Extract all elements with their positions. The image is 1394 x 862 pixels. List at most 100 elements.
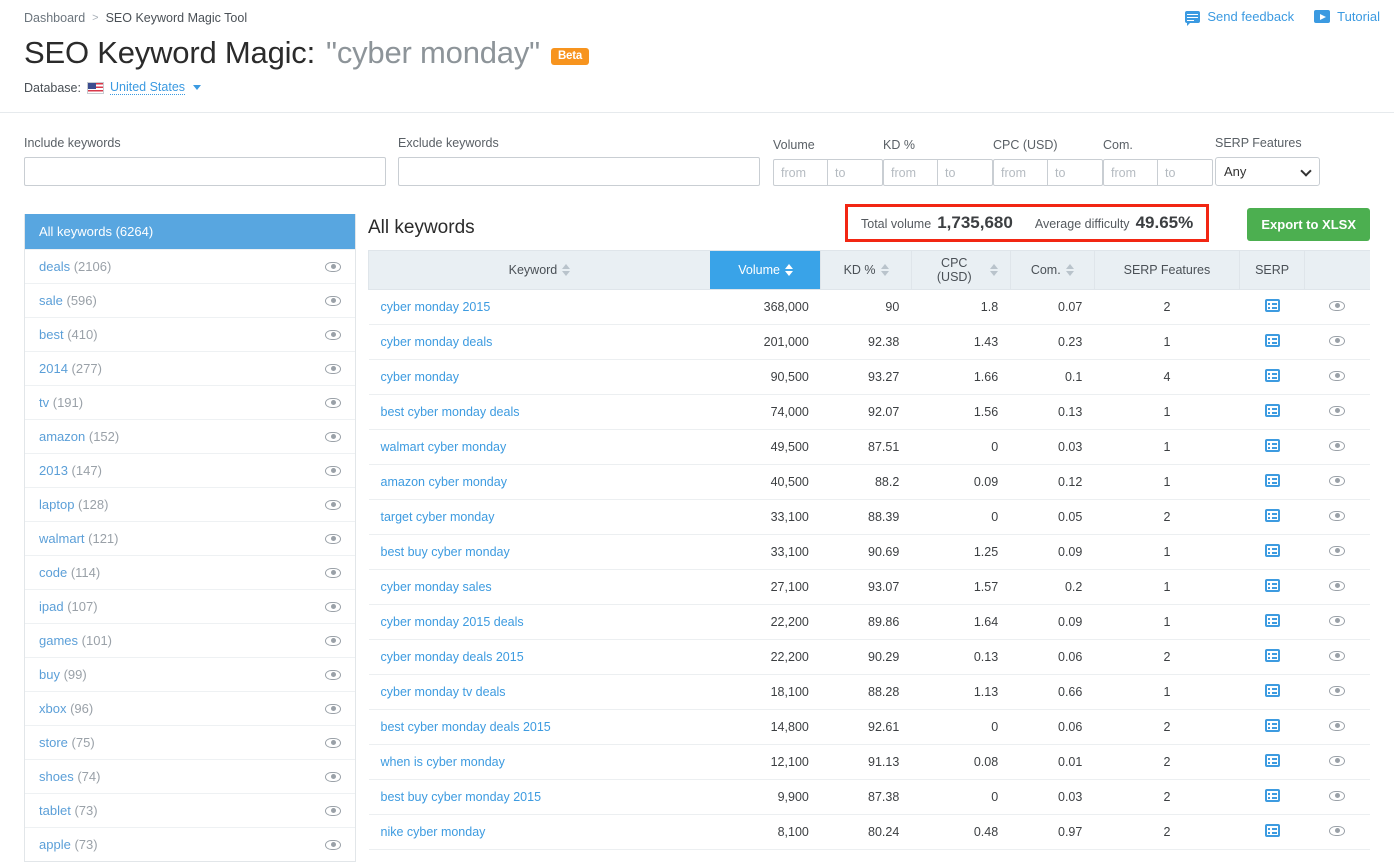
keyword-link[interactable]: cyber monday 2015 [381, 300, 491, 314]
send-feedback-link[interactable]: Send feedback [1185, 9, 1294, 24]
cell-preview[interactable] [1305, 605, 1370, 640]
list-icon[interactable] [1265, 404, 1280, 417]
keyword-link[interactable]: cyber monday [381, 370, 460, 384]
cell-serp-features[interactable]: 1 [1094, 395, 1239, 430]
cell-serp-features[interactable]: 2 [1094, 710, 1239, 745]
cell-serp-features[interactable]: 1 [1094, 605, 1239, 640]
eye-icon[interactable] [325, 534, 341, 544]
column-header-volume[interactable]: Volume [710, 251, 820, 290]
sidebar-item-best[interactable]: best (410) [25, 317, 355, 351]
eye-icon[interactable] [325, 330, 341, 340]
cell-preview[interactable] [1305, 465, 1370, 500]
eye-icon[interactable] [1329, 406, 1345, 416]
cell-serp-features[interactable]: 1 [1094, 325, 1239, 360]
eye-icon[interactable] [325, 806, 341, 816]
sidebar-item-tv[interactable]: tv (191) [25, 385, 355, 419]
eye-icon[interactable] [325, 466, 341, 476]
sort-arrows-icon[interactable] [562, 264, 570, 276]
cell-preview[interactable] [1305, 500, 1370, 535]
kd-from-input[interactable] [883, 159, 938, 186]
cell-preview[interactable] [1305, 535, 1370, 570]
eye-icon[interactable] [1329, 371, 1345, 381]
cpc-from-input[interactable] [993, 159, 1048, 186]
keyword-link[interactable]: amazon cyber monday [381, 475, 507, 489]
list-icon[interactable] [1265, 509, 1280, 522]
list-icon[interactable] [1265, 789, 1280, 802]
tutorial-link[interactable]: Tutorial [1314, 9, 1380, 24]
sidebar-item-ipad[interactable]: ipad (107) [25, 589, 355, 623]
eye-icon[interactable] [325, 296, 341, 306]
eye-icon[interactable] [325, 840, 341, 850]
list-icon[interactable] [1265, 649, 1280, 662]
kd-to-input[interactable] [938, 159, 993, 186]
eye-icon[interactable] [325, 500, 341, 510]
keyword-link[interactable]: cyber monday 2015 deals [381, 615, 524, 629]
sort-arrows-icon[interactable] [881, 264, 889, 276]
eye-icon[interactable] [325, 636, 341, 646]
sidebar-item-laptop[interactable]: laptop (128) [25, 487, 355, 521]
sidebar-item-xbox[interactable]: xbox (96) [25, 691, 355, 725]
eye-icon[interactable] [325, 704, 341, 714]
keyword-link[interactable]: when is cyber monday [381, 755, 505, 769]
column-header-kd-[interactable]: KD % [821, 251, 911, 290]
export-to-xlsx-button[interactable]: Export to XLSX [1247, 208, 1370, 241]
sidebar-item-2013[interactable]: 2013 (147) [25, 453, 355, 487]
eye-icon[interactable] [1329, 511, 1345, 521]
cell-serp[interactable] [1240, 640, 1305, 675]
cell-preview[interactable] [1305, 395, 1370, 430]
eye-icon[interactable] [1329, 441, 1345, 451]
sidebar-item-code[interactable]: code (114) [25, 555, 355, 589]
list-icon[interactable] [1265, 299, 1280, 312]
list-icon[interactable] [1265, 684, 1280, 697]
eye-icon[interactable] [325, 262, 341, 272]
sidebar-item-amazon[interactable]: amazon (152) [25, 419, 355, 453]
include-keywords-input[interactable] [24, 157, 386, 186]
cell-serp[interactable] [1240, 605, 1305, 640]
cell-serp-features[interactable]: 2 [1094, 290, 1239, 325]
eye-icon[interactable] [1329, 791, 1345, 801]
cell-serp-features[interactable]: 1 [1094, 465, 1239, 500]
eye-icon[interactable] [1329, 756, 1345, 766]
cell-preview[interactable] [1305, 570, 1370, 605]
cell-preview[interactable] [1305, 815, 1370, 850]
cell-serp-features[interactable]: 4 [1094, 360, 1239, 395]
list-icon[interactable] [1265, 334, 1280, 347]
cell-serp[interactable] [1240, 465, 1305, 500]
column-header-keyword[interactable]: Keyword [369, 251, 711, 290]
serp-features-select[interactable]: Any [1215, 157, 1320, 186]
sidebar-item-walmart[interactable]: walmart (121) [25, 521, 355, 555]
keyword-link[interactable]: best buy cyber monday [381, 545, 510, 559]
keyword-link[interactable]: cyber monday deals 2015 [381, 650, 524, 664]
list-icon[interactable] [1265, 614, 1280, 627]
cell-preview[interactable] [1305, 675, 1370, 710]
cell-serp[interactable] [1240, 710, 1305, 745]
cell-preview[interactable] [1305, 360, 1370, 395]
list-icon[interactable] [1265, 439, 1280, 452]
cell-serp[interactable] [1240, 570, 1305, 605]
keyword-link[interactable]: walmart cyber monday [381, 440, 507, 454]
cell-preview[interactable] [1305, 745, 1370, 780]
cell-serp-features[interactable]: 1 [1094, 430, 1239, 465]
cell-serp[interactable] [1240, 780, 1305, 815]
list-icon[interactable] [1265, 544, 1280, 557]
keyword-link[interactable]: best cyber monday deals 2015 [381, 720, 551, 734]
cell-serp[interactable] [1240, 360, 1305, 395]
volume-to-input[interactable] [828, 159, 883, 186]
keyword-link[interactable]: target cyber monday [381, 510, 495, 524]
cpc-to-input[interactable] [1048, 159, 1103, 186]
cell-serp-features[interactable]: 2 [1094, 745, 1239, 780]
eye-icon[interactable] [1329, 721, 1345, 731]
chevron-down-icon[interactable] [193, 85, 201, 90]
cell-serp-features[interactable]: 2 [1094, 500, 1239, 535]
cell-serp[interactable] [1240, 290, 1305, 325]
list-icon[interactable] [1265, 579, 1280, 592]
eye-icon[interactable] [1329, 686, 1345, 696]
cell-preview[interactable] [1305, 710, 1370, 745]
cell-serp[interactable] [1240, 675, 1305, 710]
cell-preview[interactable] [1305, 780, 1370, 815]
list-icon[interactable] [1265, 474, 1280, 487]
cell-serp[interactable] [1240, 500, 1305, 535]
list-icon[interactable] [1265, 369, 1280, 382]
eye-icon[interactable] [325, 738, 341, 748]
sidebar-item-sale[interactable]: sale (596) [25, 283, 355, 317]
